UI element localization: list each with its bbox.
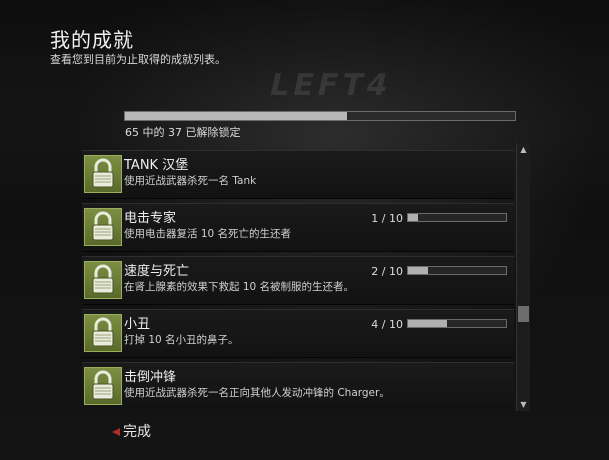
achievement-description: 在肾上腺素的效果下救起 10 名被制服的生还者。 — [124, 281, 355, 293]
achievement-item[interactable]: TANK 汉堡使用近战武器杀死一名 Tank — [82, 150, 514, 199]
achievement-title: 电击专家 — [124, 211, 177, 226]
scroll-thumb[interactable] — [518, 306, 529, 322]
achievement-progress-count: 1 / 10 — [371, 212, 403, 225]
scroll-down-arrow-icon[interactable]: ▼ — [518, 399, 529, 410]
lock-icon — [84, 208, 122, 246]
lock-icon — [84, 367, 122, 405]
scroll-up-arrow-icon[interactable]: ▲ — [518, 144, 529, 155]
done-button[interactable]: 完成 — [112, 421, 151, 441]
achievement-description: 使用电击器复活 10 名死亡的生还者 — [124, 228, 292, 240]
achievement-item[interactable]: 击倒冲锋使用近战武器杀死一名正向其他人发动冲锋的 Charger。 — [82, 362, 514, 410]
achievement-title: TANK 汉堡 — [124, 158, 189, 173]
page-subtitle: 查看您到目前为止取得的成就列表。 — [50, 53, 226, 66]
lock-icon — [84, 314, 122, 352]
achievement-progress-count: 4 / 10 — [371, 318, 403, 331]
achievement-description: 使用近战武器杀死一名正向其他人发动冲锋的 Charger。 — [124, 387, 390, 399]
achievement-progress-fill — [408, 214, 418, 221]
achievement-item[interactable]: 电击专家使用电击器复活 10 名死亡的生还者 1 / 10 — [82, 203, 514, 252]
page-title: 我的成就 — [50, 28, 134, 52]
achievement-progress-bar — [407, 319, 507, 328]
achievement-progress-fill — [408, 320, 448, 327]
achievement-progress-bar — [407, 266, 507, 275]
achievement-description: 使用近战武器杀死一名 Tank — [124, 175, 257, 187]
done-button-label: 完成 — [123, 424, 151, 440]
achievement-progress-fill — [408, 267, 428, 274]
achievement-list[interactable]: TANK 汉堡 使用近战武器杀死一名 Tank 电击专家 使用电击器复活 10 名死亡… — [82, 150, 514, 410]
overall-progress-label: 65 中的 37 已解除锁定 — [125, 126, 241, 139]
achievement-title: 小丑 — [124, 317, 151, 332]
overall-progress-bar — [124, 111, 516, 121]
achievement-item[interactable]: 小丑打掉 10 名小丑的鼻子。 4 / 10 — [82, 309, 514, 358]
achievement-progress-bar — [407, 213, 507, 222]
back-arrow-icon — [112, 428, 120, 436]
achievement-item[interactable]: 速度与死亡在肾上腺素的效果下救起 10 名被制服的生还者。 2 / 10 — [82, 256, 514, 305]
background-graffiti: LEFT4 — [266, 68, 396, 103]
lock-icon — [84, 261, 122, 299]
lock-icon — [84, 155, 122, 193]
achievement-title: 击倒冲锋 — [124, 370, 177, 385]
achievement-title: 速度与死亡 — [124, 264, 190, 279]
scrollbar[interactable]: ▲ ▼ — [516, 143, 530, 411]
achievement-description: 打掉 10 名小丑的鼻子。 — [124, 334, 239, 346]
achievement-progress-count: 2 / 10 — [371, 265, 403, 278]
overall-progress-fill — [125, 112, 347, 120]
